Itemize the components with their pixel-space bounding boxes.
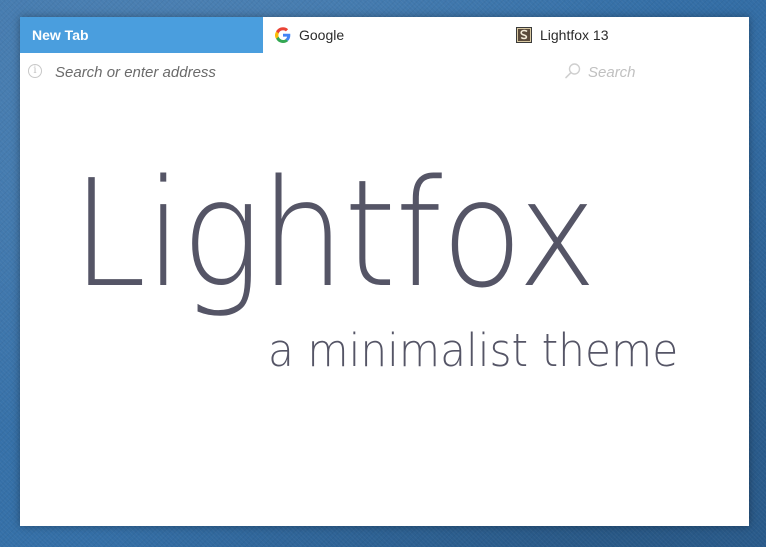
- search-input[interactable]: [588, 61, 738, 83]
- tab-label: Lightfox 13: [540, 27, 609, 43]
- info-icon[interactable]: i: [28, 64, 42, 78]
- search-box[interactable]: [564, 60, 744, 84]
- page-title: Lightfox: [72, 148, 597, 320]
- tab-lightfox-13[interactable]: Lightfox 13: [516, 17, 749, 53]
- tab-label: New Tab: [32, 27, 89, 43]
- lightfox-favicon-icon: [516, 27, 532, 43]
- browser-window: New Tab Google Lightfox 13 i Search or e…: [20, 17, 749, 526]
- page-subtitle: a minimalist theme: [268, 324, 679, 377]
- tab-label: Google: [299, 27, 345, 43]
- tab-google[interactable]: Google: [275, 17, 515, 53]
- tab-new-tab[interactable]: New Tab: [20, 17, 263, 53]
- address-bar-input[interactable]: [55, 61, 535, 83]
- new-tab-page: Lightfox a minimalist theme: [20, 91, 749, 526]
- navigation-toolbar: i: [20, 53, 749, 91]
- search-icon: [564, 62, 582, 80]
- google-icon: [275, 27, 291, 43]
- tab-strip: New Tab Google Lightfox 13: [20, 17, 749, 53]
